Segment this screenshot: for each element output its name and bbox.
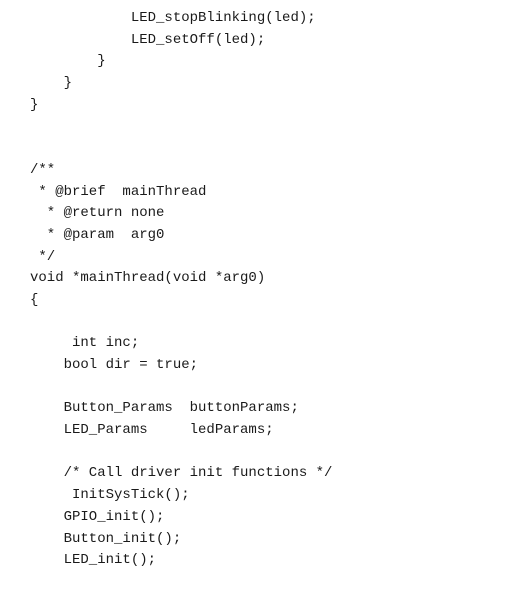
code-block: LED_stopBlinking(led); LED_setOff(led); … [30,8,532,572]
